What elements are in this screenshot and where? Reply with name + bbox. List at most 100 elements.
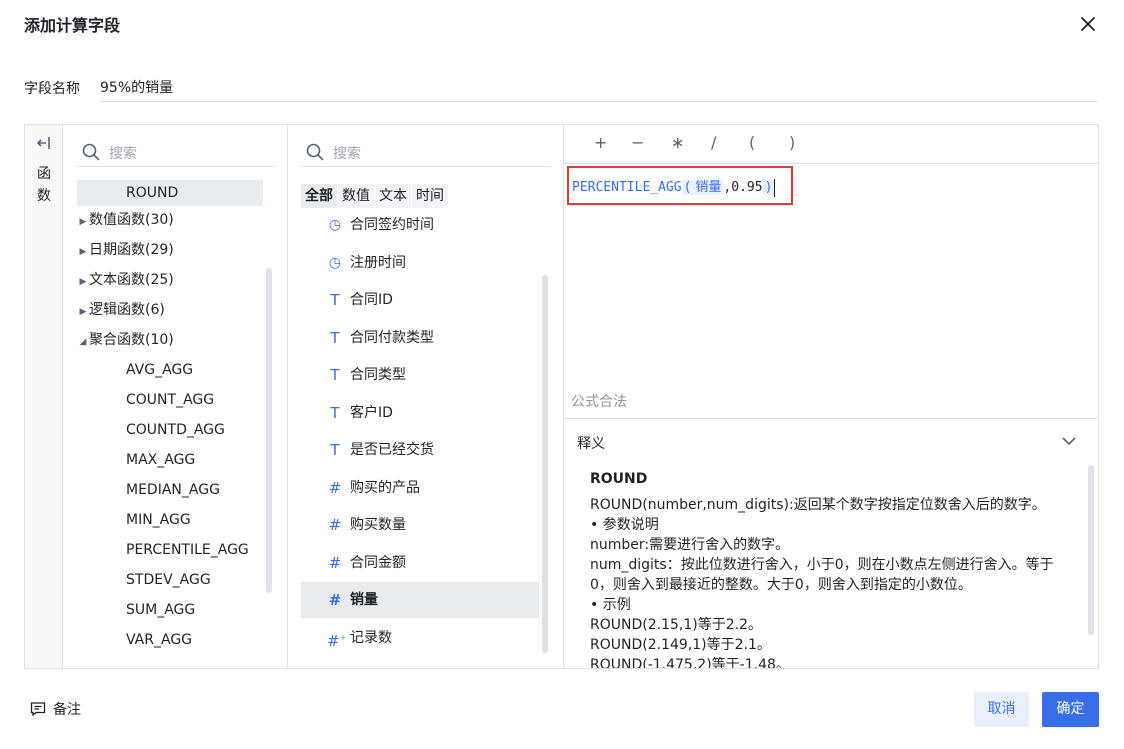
formula-function: PERCENTILE_AGG: [572, 180, 682, 195]
function-item-countd-agg[interactable]: COUNTD_AGG: [126, 417, 225, 443]
field-name-input[interactable]: [100, 72, 1098, 102]
function-item-percentile-agg[interactable]: PERCENTILE_AGG: [126, 537, 249, 563]
field-search[interactable]: 搜索: [301, 137, 551, 167]
field-name-label: 字段名称: [24, 81, 80, 97]
operator-bar: + − ∗ / ( ): [564, 125, 1098, 164]
function-group-text[interactable]: ▶ 文本函数(25): [77, 267, 174, 293]
field-item[interactable]: T 合同类型: [301, 357, 539, 393]
field-item-selected[interactable]: # 销量: [301, 582, 539, 618]
operator-multiply-button[interactable]: ∗: [671, 133, 684, 152]
comment-icon: [30, 701, 46, 717]
chevron-down-icon[interactable]: [1061, 433, 1077, 449]
field-item[interactable]: T 是否已经交货: [301, 432, 539, 468]
field-item-label: 合同金额: [350, 555, 406, 571]
function-group-date[interactable]: ▶ 日期函数(29): [77, 237, 174, 263]
search-placeholder: 搜索: [109, 146, 137, 162]
field-item[interactable]: # 购买数量: [301, 507, 539, 543]
formula-input[interactable]: PERCENTILE_AGG(销量 ,0.95): [567, 166, 793, 205]
field-item-label: 是否已经交货: [350, 442, 434, 458]
description-line: • 参数说明: [590, 517, 659, 533]
field-item[interactable]: T 客户ID: [301, 395, 539, 431]
function-group-logic[interactable]: ▶ 逻辑函数(6): [77, 297, 165, 323]
rail-label: 函 数: [36, 163, 52, 207]
text-type-icon: T: [330, 404, 340, 422]
function-item-median-agg[interactable]: MEDIAN_AGG: [126, 477, 220, 503]
caret-right-icon: ▶: [79, 277, 87, 287]
function-item-avg-agg[interactable]: AVG_AGG: [126, 357, 193, 383]
field-item-label: 注册时间: [350, 255, 406, 271]
clock-icon: ◷: [328, 255, 342, 271]
operator-plus-button[interactable]: +: [594, 133, 607, 152]
field-item[interactable]: T 合同ID: [301, 282, 539, 318]
function-group-label: 文本函数(25): [89, 272, 174, 288]
field-item-label: 购买数量: [350, 517, 406, 533]
description-line: ROUND(number,num_digits):返回某个数字按指定位数舍入后的…: [590, 497, 1046, 513]
hash-icon: #: [328, 479, 342, 497]
function-item-sum-agg[interactable]: SUM_AGG: [126, 597, 195, 623]
clock-icon: ◷: [328, 217, 342, 233]
editor-panel: 函 数 搜索 ROUND ▶ 数值函数(30) ▶ 日期函数(29) ▶ 文本函数(2…: [24, 124, 1099, 669]
function-item-var-agg[interactable]: VAR_AGG: [126, 627, 192, 653]
tab-time[interactable]: 时间: [412, 184, 448, 208]
field-item[interactable]: # 购买的产品: [301, 470, 539, 506]
tab-text[interactable]: 文本: [375, 184, 411, 208]
text-type-icon: T: [330, 366, 340, 384]
rail-label-char: 函: [37, 166, 51, 182]
field-item[interactable]: #+ 记录数: [301, 620, 539, 656]
caret-right-icon: ▶: [79, 217, 87, 227]
field-item[interactable]: ◷ 合同签约时间: [301, 207, 539, 243]
function-item-min-agg[interactable]: MIN_AGG: [126, 507, 191, 533]
field-item-label: 客户ID: [350, 405, 393, 421]
confirm-button[interactable]: 确定: [1042, 692, 1099, 727]
description-scrollbar[interactable]: [1088, 465, 1094, 635]
field-item[interactable]: T 合同付款类型: [301, 320, 539, 356]
note-button[interactable]: 备注: [30, 699, 81, 719]
field-item-label: 销量: [350, 592, 378, 608]
function-search[interactable]: 搜索: [77, 137, 275, 167]
field-list-panel: 搜索 全部 数值 文本 时间 ◷ 合同签约时间 ◷ 注册时间 T 合同ID T 合同付款类型 …: [288, 125, 564, 668]
function-group-numeric[interactable]: ▶ 数值函数(30): [77, 207, 174, 233]
operator-divide-button[interactable]: /: [711, 133, 716, 152]
hash-icon: #: [328, 554, 342, 572]
function-item-round[interactable]: ROUND: [77, 180, 263, 206]
formula-text: PERCENTILE_AGG(销量 ,0.95): [572, 176, 776, 197]
caret-down-icon: ◢: [79, 337, 87, 347]
cancel-button[interactable]: 取消: [974, 692, 1029, 727]
function-item-stdev-agg[interactable]: STDEV_AGG: [126, 567, 211, 593]
note-label: 备注: [53, 702, 81, 718]
function-item-max-agg[interactable]: MAX_AGG: [126, 447, 195, 473]
field-item-label: 合同类型: [350, 367, 406, 383]
field-list-scrollbar[interactable]: [542, 275, 548, 653]
search-icon: [81, 142, 101, 162]
operator-close-paren-button[interactable]: ): [789, 133, 795, 152]
function-group-label: 日期函数(29): [89, 242, 174, 258]
function-group-label: 逻辑函数(6): [89, 302, 165, 318]
collapse-left-icon[interactable]: [36, 136, 52, 150]
function-group-aggregate[interactable]: ◢ 聚合函数(10): [77, 327, 174, 353]
hash-icon: #: [328, 591, 342, 609]
operator-minus-button[interactable]: −: [631, 133, 644, 152]
function-item-label: ROUND: [126, 185, 179, 201]
description-header[interactable]: 释义: [564, 418, 1098, 462]
caret-right-icon: ▶: [79, 247, 87, 257]
field-item-label: 合同ID: [350, 292, 393, 308]
function-rail[interactable]: 函 数: [25, 125, 63, 668]
hash-icon: #: [328, 516, 342, 534]
dialog-title: 添加计算字段: [24, 16, 121, 35]
function-list-panel: 搜索 ROUND ▶ 数值函数(30) ▶ 日期函数(29) ▶ 文本函数(25) ▶…: [63, 125, 288, 668]
formula-argument: ,0.95: [723, 180, 763, 195]
rail-label-char: 数: [37, 188, 51, 204]
tab-all[interactable]: 全部: [301, 184, 337, 208]
field-item-label: 购买的产品: [350, 480, 420, 496]
close-icon[interactable]: [1076, 12, 1100, 36]
description-line: num_digits：按此位数进行舍入，小于0，则在小数点左侧进行舍入。等于0，…: [590, 557, 1054, 593]
function-list-scrollbar[interactable]: [266, 268, 272, 593]
function-item-count-agg[interactable]: COUNT_AGG: [126, 387, 214, 413]
tab-numeric[interactable]: 数值: [338, 184, 374, 208]
description-line: ROUND(2.149,1)等于2.1。: [590, 637, 771, 653]
field-item[interactable]: ◷ 注册时间: [301, 245, 539, 281]
field-item[interactable]: # 合同金额: [301, 545, 539, 581]
operator-open-paren-button[interactable]: (: [749, 133, 755, 152]
description-line: ROUND(2.15,1)等于2.2。: [590, 617, 762, 633]
formula-field-token[interactable]: 销量: [693, 180, 724, 195]
